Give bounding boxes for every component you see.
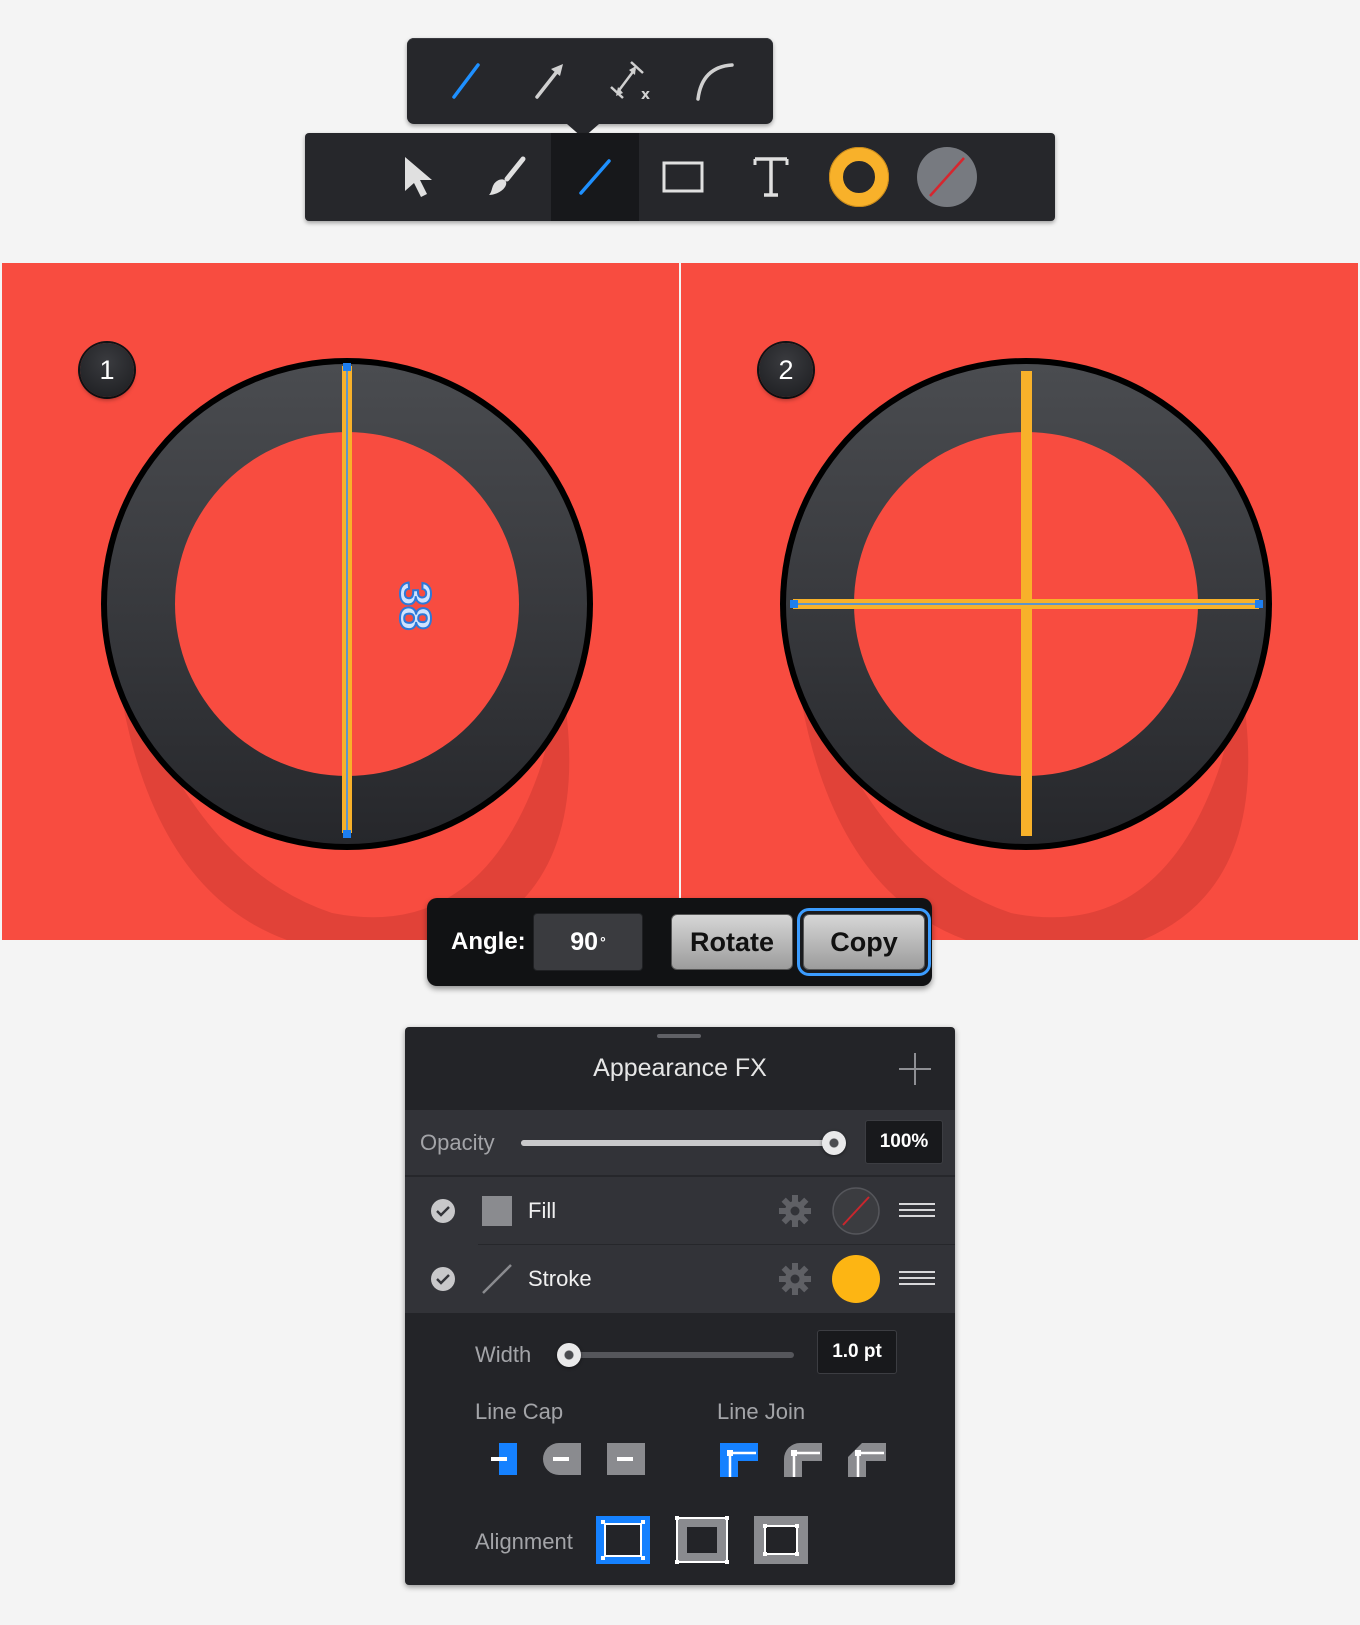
fill-square-icon (481, 1195, 513, 1227)
line-tool[interactable] (551, 133, 639, 221)
fill-reorder-handle-icon[interactable] (899, 1202, 935, 1219)
line-join-label: Line Join (717, 1399, 806, 1424)
width-label: Width (475, 1342, 532, 1367)
stroke-row[interactable]: Stroke (405, 1244, 955, 1313)
line-icon (579, 159, 611, 195)
copy-button[interactable]: Copy (803, 914, 925, 970)
stroke-label: Stroke (528, 1265, 592, 1291)
main-toolbar (305, 133, 1055, 221)
stroke-options: Width 1.0 pt Line Cap Line Join Alignmen… (405, 1313, 955, 1583)
panel-title: Appearance FX (593, 1054, 767, 1082)
opacity-slider[interactable] (521, 1130, 846, 1155)
stroke-color-swatch[interactable] (815, 133, 903, 221)
canvas-step-1: 1 38 (2, 263, 679, 940)
angle-unit: ° (600, 934, 606, 950)
no-fill-swatch-icon (917, 147, 977, 207)
rectangle-tool[interactable] (639, 133, 727, 221)
measure-label: 38 (389, 581, 440, 632)
add-icon[interactable] (899, 1053, 931, 1085)
fill-color-swatch[interactable] (903, 133, 991, 221)
rotate-dialog: Angle: 90 ° Rotate Copy (427, 898, 932, 986)
checkmark-icon (436, 1205, 450, 1217)
svg-text:x: x (641, 87, 650, 103)
line-cap-label: Line Cap (475, 1399, 564, 1424)
text-tool[interactable] (727, 133, 815, 221)
text-icon (753, 157, 789, 197)
select-tool[interactable] (375, 133, 463, 221)
width-slider-knob[interactable] (557, 1343, 582, 1367)
align-outside-stroke-icon[interactable] (753, 1515, 809, 1565)
miter-join-icon[interactable] (718, 1441, 758, 1477)
stroke-line-icon (481, 1263, 513, 1295)
round-cap-icon[interactable] (541, 1441, 581, 1477)
square-cap-icon[interactable] (605, 1441, 645, 1477)
angle-input[interactable]: 90 ° (533, 913, 643, 971)
align-center-stroke-icon[interactable] (595, 1515, 651, 1565)
line-tool-icon[interactable] (438, 53, 494, 109)
fill-label: Fill (528, 1197, 557, 1223)
width-slider[interactable] (557, 1343, 794, 1367)
fill-settings-gear-icon[interactable] (777, 1193, 813, 1229)
panel-header: Appearance FX (405, 1027, 955, 1110)
appearance-panel: Appearance FX Opacity 100% Fill Stroke W… (405, 1027, 955, 1585)
stroke-settings-gear-icon[interactable] (777, 1261, 813, 1297)
opacity-slider-fill (521, 1139, 834, 1146)
butt-cap-icon[interactable] (489, 1441, 529, 1477)
opacity-row: Opacity 100% (405, 1110, 955, 1175)
opacity-label: Opacity (420, 1129, 495, 1155)
rectangle-icon (662, 161, 704, 193)
checkmark-icon (436, 1273, 450, 1285)
canvas-step-2: 2 (681, 263, 1358, 940)
row-divider (478, 1244, 955, 1245)
arrow-tool-icon[interactable] (521, 53, 577, 109)
round-join-icon[interactable] (782, 1441, 822, 1477)
stroke-color-swatch[interactable] (832, 1254, 880, 1303)
stroke-enabled-checkbox[interactable] (431, 1266, 455, 1291)
step-badge-2: 2 (759, 343, 813, 397)
opacity-slider-knob[interactable] (822, 1130, 846, 1155)
fill-row[interactable]: Fill (405, 1175, 955, 1244)
angle-value: 90 (570, 927, 599, 956)
bevel-join-icon[interactable] (846, 1441, 886, 1477)
rotate-button[interactable]: Rotate (671, 914, 793, 970)
stroke-reorder-handle-icon[interactable] (899, 1270, 935, 1287)
width-value[interactable]: 1.0 pt (817, 1330, 897, 1374)
step-badge-1: 1 (80, 343, 134, 397)
stroke-swatch-icon (829, 147, 889, 207)
fill-color-swatch-none[interactable] (832, 1186, 880, 1235)
angle-label: Angle: (451, 928, 526, 955)
line-tools-popover: x (407, 38, 773, 138)
dimension-tool-icon[interactable]: x (603, 53, 659, 109)
arc-tool-icon[interactable] (686, 53, 742, 109)
alignment-label: Alignment (475, 1529, 573, 1554)
align-inside-stroke-icon[interactable] (674, 1515, 730, 1565)
brush-tool[interactable] (463, 133, 551, 221)
brush-icon (489, 156, 526, 195)
opacity-value[interactable]: 100% (865, 1120, 943, 1164)
fill-enabled-checkbox[interactable] (431, 1198, 455, 1223)
pointer-icon (405, 157, 432, 197)
